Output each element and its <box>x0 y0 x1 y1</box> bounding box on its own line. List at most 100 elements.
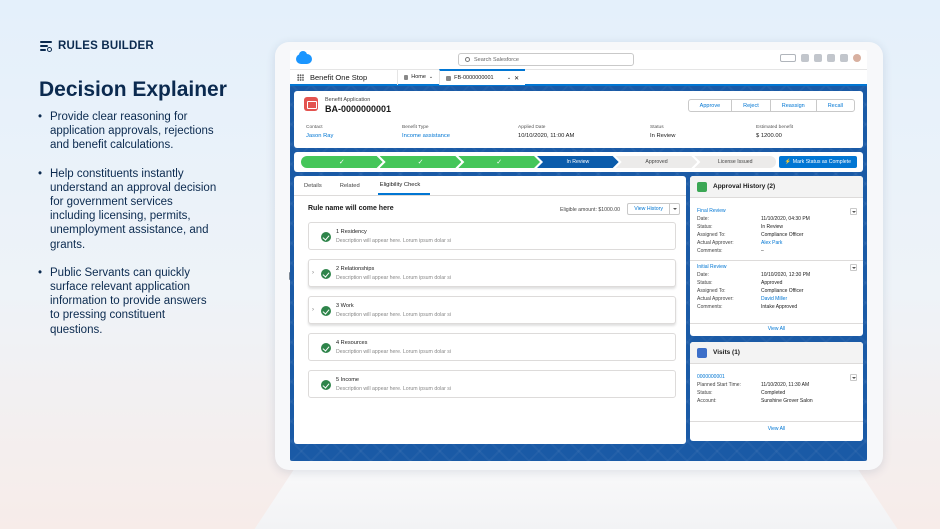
row-value: Sunshine Grover Salon <box>761 398 813 404</box>
tab-home[interactable]: Home ⌄ <box>397 69 439 85</box>
divider <box>690 260 863 261</box>
approver-link[interactable]: Alex Park <box>761 240 782 246</box>
user-avatar[interactable] <box>853 54 861 62</box>
reassign-button[interactable]: Reassign <box>769 99 817 112</box>
approval-field-row: Date: 10/10/2020, 12:30 PM <box>697 272 857 278</box>
path-step-3[interactable]: ✓ <box>458 156 540 168</box>
approval-field-row: Status: Approved <box>697 280 857 286</box>
tab-related[interactable]: Related <box>340 183 370 195</box>
success-check-icon <box>321 380 331 390</box>
tab-details[interactable]: Details <box>304 183 332 195</box>
view-history-label: View History <box>634 206 663 212</box>
notifications-bell-icon[interactable] <box>840 54 848 62</box>
rule-item[interactable]: 1 Residency Description will appear here.… <box>308 222 676 250</box>
path-step-5[interactable]: Approved <box>616 156 698 168</box>
app-screen: Search Salesforce Benefit One Stop Home … <box>290 50 867 461</box>
rule-item[interactable]: › 3 Work Description will appear here. Lor… <box>308 296 676 324</box>
approver-link[interactable]: David Miller <box>761 296 787 302</box>
benefit-type-link[interactable]: Income assistance <box>402 133 450 139</box>
tab-home-label: Home <box>411 74 426 80</box>
row-value: 11/10/2020, 04:30 PM <box>761 216 810 222</box>
rule-title: 4 Resources <box>336 340 368 346</box>
row-key: Assigned To: <box>697 232 726 238</box>
approval-row-menu-icon[interactable] <box>850 208 857 215</box>
rule-title: 3 Work <box>336 303 354 309</box>
approval-step-link[interactable]: Initial Review <box>697 264 857 270</box>
approval-field-row: Date: 11/10/2020, 04:30 PM <box>697 216 857 222</box>
visit-row-menu-icon[interactable] <box>850 374 857 381</box>
field-value: In Review <box>650 133 676 139</box>
record-actions: Approve Reject Reassign Recall <box>687 99 855 112</box>
add-icon[interactable] <box>801 54 809 62</box>
visits-icon <box>697 347 707 358</box>
approval-row-menu-icon[interactable] <box>850 264 857 271</box>
path-step-4[interactable]: In Review <box>537 156 619 168</box>
field-applied-date: Applied Date 10/10/2020, 11:00 AM <box>518 125 574 139</box>
rule-item[interactable]: 5 Income Description will appear here. Lo… <box>308 370 676 398</box>
divider <box>690 323 863 324</box>
row-value: Compliance Officer <box>761 288 804 294</box>
global-header: Search Salesforce <box>290 50 867 70</box>
row-key: Planned Start Time: <box>697 382 741 388</box>
approval-view-all-link[interactable]: View All <box>690 326 863 332</box>
row-key: Status: <box>697 224 713 230</box>
highlight-fields: Contact Jason Ray Benefit Type Income as… <box>306 125 856 145</box>
chevron-right-icon[interactable]: › <box>312 270 314 276</box>
laptop-keyboard-base <box>246 462 906 529</box>
field-label: Applied Date <box>518 125 546 130</box>
recall-button[interactable]: Recall <box>815 99 855 112</box>
record-tab-icon <box>446 75 452 81</box>
path-step-2[interactable]: ✓ <box>380 156 462 168</box>
row-key: Comments: <box>697 304 723 310</box>
workspace: Benefit Application BA-0000000001 Approv… <box>290 86 867 461</box>
feature-bullets: Provide clear reasoning for application … <box>38 110 218 351</box>
row-key: Comments: <box>697 248 723 254</box>
global-actions <box>780 54 861 62</box>
approval-history-title[interactable]: Approval History (2) <box>713 183 775 190</box>
visit-field-row: Planned Start Time: 11/10/2020, 11:30 AM <box>697 382 857 388</box>
help-icon[interactable] <box>814 54 822 62</box>
approve-button[interactable]: Approve <box>687 99 733 112</box>
visits-title[interactable]: Visits (1) <box>713 349 740 356</box>
app-launcher-icon[interactable] <box>297 73 304 81</box>
approval-field-row: Comments: Intake Approved <box>697 304 857 310</box>
tab-eligibility-check[interactable]: Eligibility Check <box>377 182 431 195</box>
mark-status-complete-button[interactable]: ⚡ Mark Status as Complete <box>778 156 857 168</box>
success-check-icon <box>321 232 331 242</box>
row-key: Status: <box>697 280 713 286</box>
field-label: Status <box>650 125 664 130</box>
view-history-button[interactable]: View History <box>627 203 680 215</box>
row-key: Account: <box>697 398 717 404</box>
global-search-input[interactable]: Search Salesforce <box>458 53 634 66</box>
search-placeholder: Search Salesforce <box>474 56 519 63</box>
setup-gear-icon[interactable] <box>827 54 835 62</box>
home-icon <box>404 74 409 80</box>
approval-field-row: Actual Approver: David Miller <box>697 296 857 302</box>
tab-record[interactable]: FB-0000000001 ⌄ ✕ <box>439 69 526 85</box>
close-tab-icon[interactable]: ✕ <box>514 75 519 82</box>
success-check-icon <box>321 306 331 316</box>
visit-link[interactable]: 0000000001 <box>697 374 857 380</box>
chevron-down-icon[interactable] <box>669 204 679 214</box>
approval-step-link[interactable]: Final Review <box>697 208 857 214</box>
chevron-right-icon[interactable]: › <box>312 307 314 313</box>
approval-field-row: Assigned To: Compliance Officer <box>697 288 857 294</box>
rule-item[interactable]: › 2 Relationships Description will appear … <box>308 259 676 287</box>
path-step-1[interactable]: ✓ <box>301 156 383 168</box>
row-value: In Review <box>761 224 783 230</box>
rule-title: 1 Residency <box>336 229 367 235</box>
favorites-icon[interactable] <box>780 54 796 62</box>
row-value: 11/10/2020, 11:30 AM <box>761 382 810 388</box>
field-status: Status In Review <box>650 125 675 139</box>
contact-link[interactable]: Jason Ray <box>306 133 333 139</box>
row-key: Date: <box>697 272 709 278</box>
mark-status-label: Mark Status as Complete <box>792 159 851 165</box>
tab-record-label: FB-0000000001 <box>454 75 494 81</box>
brand: RULES BUILDER <box>40 40 154 52</box>
reject-button[interactable]: Reject <box>731 99 771 112</box>
visit-field-row: Account: Sunshine Grover Salon <box>697 398 857 404</box>
visits-view-all-link[interactable]: View All <box>690 426 863 432</box>
row-key: Actual Approver: <box>697 240 734 246</box>
path-step-6[interactable]: License Issued <box>694 156 777 168</box>
rule-item[interactable]: 4 Resources Description will appear here.… <box>308 333 676 361</box>
